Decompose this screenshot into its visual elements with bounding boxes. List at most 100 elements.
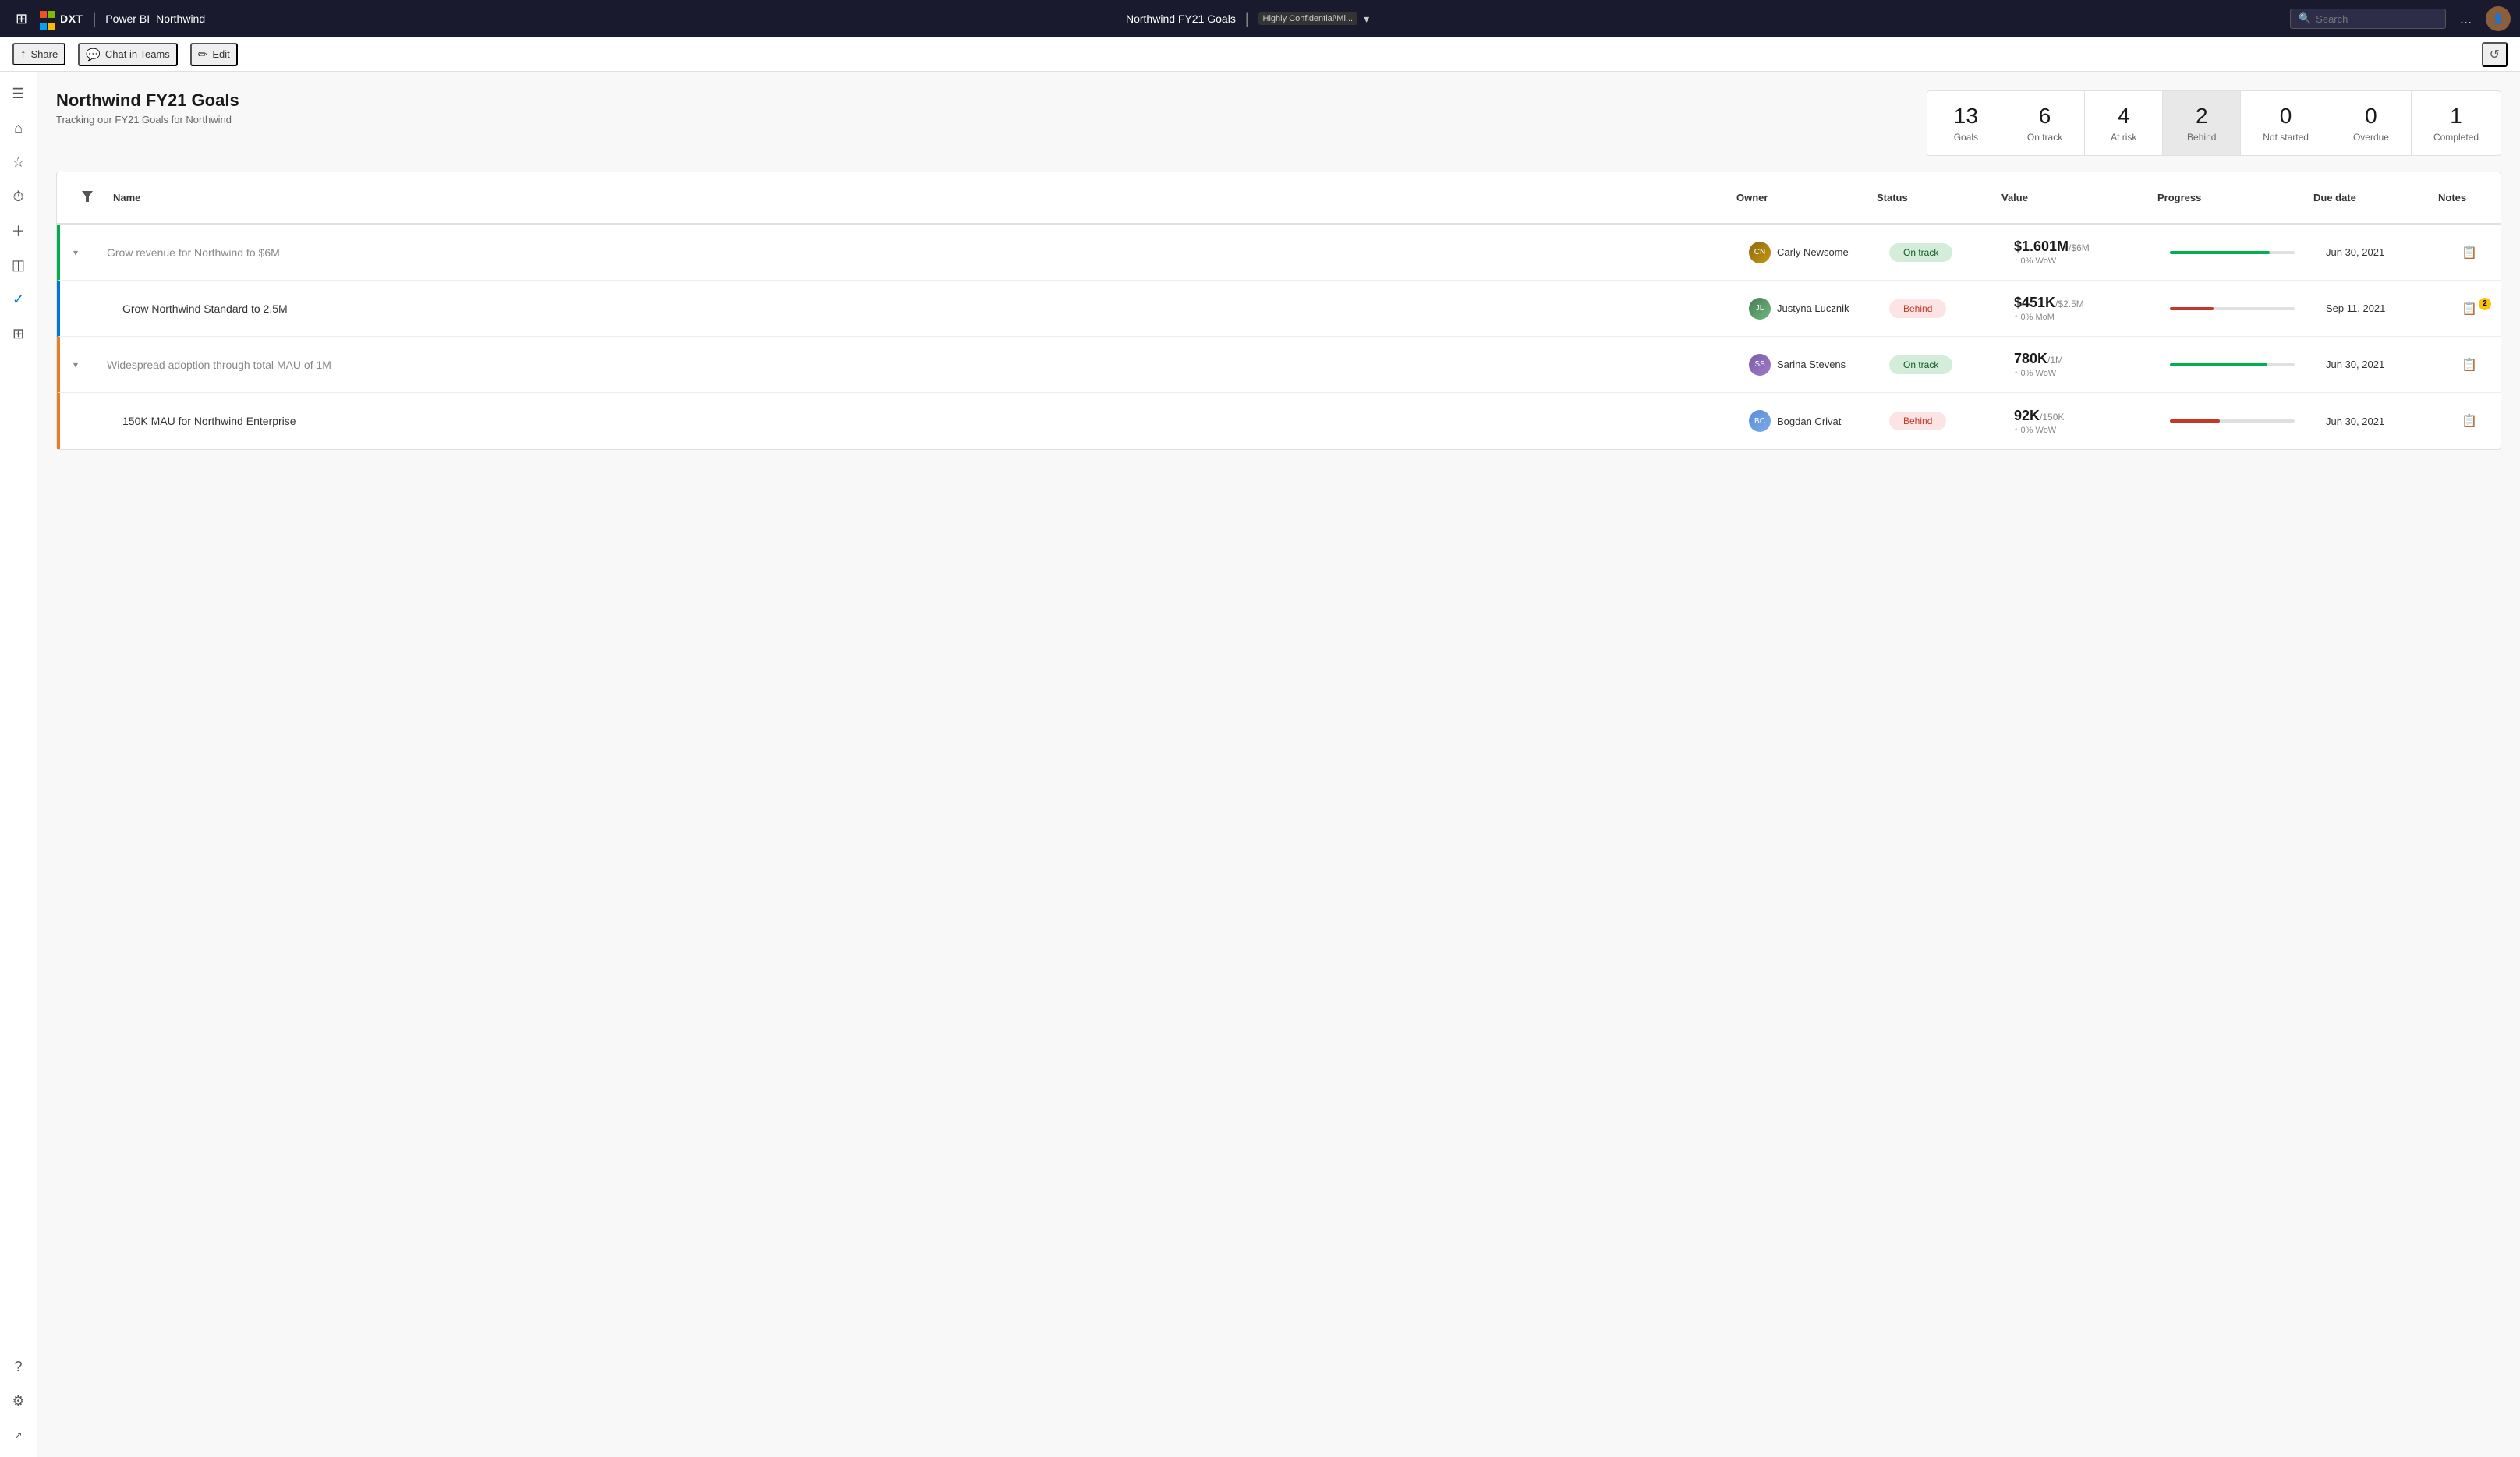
confidential-badge: Highly Confidential\Mi... (1258, 12, 1358, 25)
brand-label: DXT (60, 12, 83, 25)
metric-at-risk-number: 4 (2107, 104, 2140, 129)
ms-yellow-square (48, 23, 55, 30)
title-sep: | (1245, 11, 1249, 27)
row4-status-badge: Behind (1889, 412, 1946, 430)
ms-red-square (40, 11, 47, 18)
metric-completed-label: Completed (2433, 132, 2479, 143)
sidebar-item-learn[interactable]: ? (3, 1351, 34, 1382)
row3-notes[interactable]: 📋 (2438, 348, 2501, 382)
metric-goals-number: 13 (1949, 104, 1983, 129)
metric-overdue-label: Overdue (2353, 132, 2389, 143)
search-input[interactable] (2316, 13, 2437, 25)
search-box[interactable]: 🔍 (2290, 9, 2446, 29)
chat-in-teams-button[interactable]: 💬 Chat in Teams (78, 43, 178, 66)
expand-row-1[interactable]: ▾ (60, 247, 91, 258)
row4-progress (2157, 410, 2313, 432)
metric-at-risk[interactable]: 4 At risk (2085, 91, 2163, 155)
metric-behind-label: Behind (2185, 132, 2218, 143)
header-value: Value (1989, 182, 2145, 213)
sidebar-item-workspaces[interactable]: ⊞ (3, 318, 34, 349)
row1-notes[interactable]: 📋 (2438, 235, 2501, 270)
row1-status: On track (1877, 234, 2001, 271)
row2-notes[interactable]: 📋 2 (2438, 292, 2501, 326)
notes-icon[interactable]: 📋 (2462, 357, 2477, 373)
metric-on-track[interactable]: 6 On track (2005, 91, 2085, 155)
row3-due-date: Jun 30, 2021 (2313, 349, 2438, 380)
sidebar-item-favorites[interactable]: ☆ (3, 147, 34, 178)
row4-notes[interactable]: 📋 (2438, 404, 2501, 438)
row2-progress-fill (2170, 307, 2214, 310)
main-layout: ☰ ⌂ ☆ ⏱ ＋ ◫ ✓ ⊞ ? ⚙ ↗ Northwind FY21 Goa… (0, 72, 2520, 1457)
row3-value: 780K/1M ↑ 0% WoW (2001, 341, 2157, 387)
header-filter[interactable] (69, 182, 101, 214)
expand-row-3[interactable]: ▾ (60, 359, 91, 370)
metric-overdue[interactable]: 0 Overdue (2331, 91, 2412, 155)
row2-progress-bar-bg (2170, 307, 2295, 310)
sidebar-item-expand[interactable]: ↗ (3, 1420, 34, 1451)
row2-due-date: Sep 11, 2021 (2313, 293, 2438, 324)
metrics-row: 13 Goals 6 On track 4 At risk 2 Behind 0 (1927, 90, 2501, 156)
sidebar-item-home[interactable]: ⌂ (3, 112, 34, 143)
row4-due-date: Jun 30, 2021 (2313, 406, 2438, 437)
report-title: Northwind FY21 Goals (1126, 12, 1236, 25)
row4-owner: BC Bogdan Crivat (1736, 401, 1877, 441)
edit-icon: ✏ (198, 48, 208, 62)
row3-owner: SS Sarina Stevens (1736, 345, 1877, 385)
row3-value-change: ↑ 0% WoW (2014, 369, 2145, 378)
row2-progress (2157, 298, 2313, 320)
ms-green-square (48, 11, 55, 18)
row2-status: Behind (1877, 290, 2001, 327)
top-navigation: ⊞ DXT | Power BI Northwind Northwind FY2… (0, 0, 2520, 37)
notes-icon[interactable]: 📋 (2462, 413, 2477, 429)
metric-behind[interactable]: 2 Behind (2163, 91, 2241, 155)
table-row: ▾ Grow revenue for Northwind to $6M CN C… (57, 225, 2501, 281)
notes-icon[interactable]: 📋 (2462, 245, 2477, 260)
sidebar-item-settings[interactable]: ⚙ (3, 1385, 34, 1416)
scorecard-header: Northwind FY21 Goals Tracking our FY21 G… (56, 90, 2501, 156)
share-label: Share (31, 48, 58, 60)
row3-avatar: SS (1749, 354, 1771, 376)
metric-goals[interactable]: 13 Goals (1927, 91, 2005, 155)
header-notes: Notes (2426, 182, 2488, 213)
ms-blue-square (40, 23, 47, 30)
refresh-icon: ↺ (2490, 47, 2500, 62)
row4-value-main: 92K (2014, 408, 2040, 423)
row4-avatar: BC (1749, 410, 1771, 432)
metric-not-started-label: Not started (2263, 132, 2309, 143)
sidebar-item-menu[interactable]: ☰ (3, 78, 34, 109)
header-progress: Progress (2145, 182, 2301, 213)
notes-icon[interactable]: 📋 (2462, 301, 2477, 317)
edit-button[interactable]: ✏ Edit (190, 43, 238, 66)
metric-overdue-number: 0 (2353, 104, 2389, 129)
metric-not-started-number: 0 (2263, 104, 2309, 129)
row3-value-main: 780K (2014, 351, 2048, 366)
row1-progress-fill (2170, 251, 2270, 254)
teams-icon: 💬 (86, 48, 101, 62)
row1-name: Grow revenue for Northwind to $6M (91, 237, 1736, 268)
metric-completed[interactable]: 1 Completed (2412, 91, 2501, 155)
user-avatar[interactable]: 👤 (2486, 6, 2511, 31)
sidebar-item-apps[interactable]: ◫ (3, 249, 34, 281)
row2-avatar: JL (1749, 298, 1771, 320)
chat-in-teams-label: Chat in Teams (105, 48, 170, 60)
sidebar-item-goals[interactable]: ✓ (3, 284, 34, 315)
metric-not-started[interactable]: 0 Not started (2241, 91, 2331, 155)
table-header: Name Owner Status Value Progress Due dat… (57, 172, 2501, 225)
row1-value-main: $1.601M (2014, 239, 2069, 254)
row1-owner-name: Carly Newsome (1777, 246, 1849, 258)
sidebar-item-create[interactable]: ＋ (3, 215, 34, 246)
title-chevron-icon[interactable]: ▾ (1364, 12, 1369, 26)
scorecard-info: Northwind FY21 Goals Tracking our FY21 G… (56, 90, 239, 126)
row4-progress-fill (2170, 419, 2220, 423)
nav-separator: | (93, 11, 97, 27)
share-button[interactable]: ↑ Share (12, 43, 65, 65)
row3-progress (2157, 354, 2313, 376)
sidebar: ☰ ⌂ ☆ ⏱ ＋ ◫ ✓ ⊞ ? ⚙ ↗ (0, 72, 37, 1457)
waffle-menu-icon[interactable]: ⊞ (9, 8, 34, 30)
nav-right: 🔍 ... 👤 (2290, 6, 2511, 31)
refresh-button[interactable]: ↺ (2482, 42, 2508, 67)
metric-at-risk-label: At risk (2107, 132, 2140, 143)
sidebar-item-recent[interactable]: ⏱ (3, 181, 34, 212)
more-options-icon[interactable]: ... (2454, 8, 2478, 30)
row2-value-main: $451K (2014, 295, 2055, 310)
